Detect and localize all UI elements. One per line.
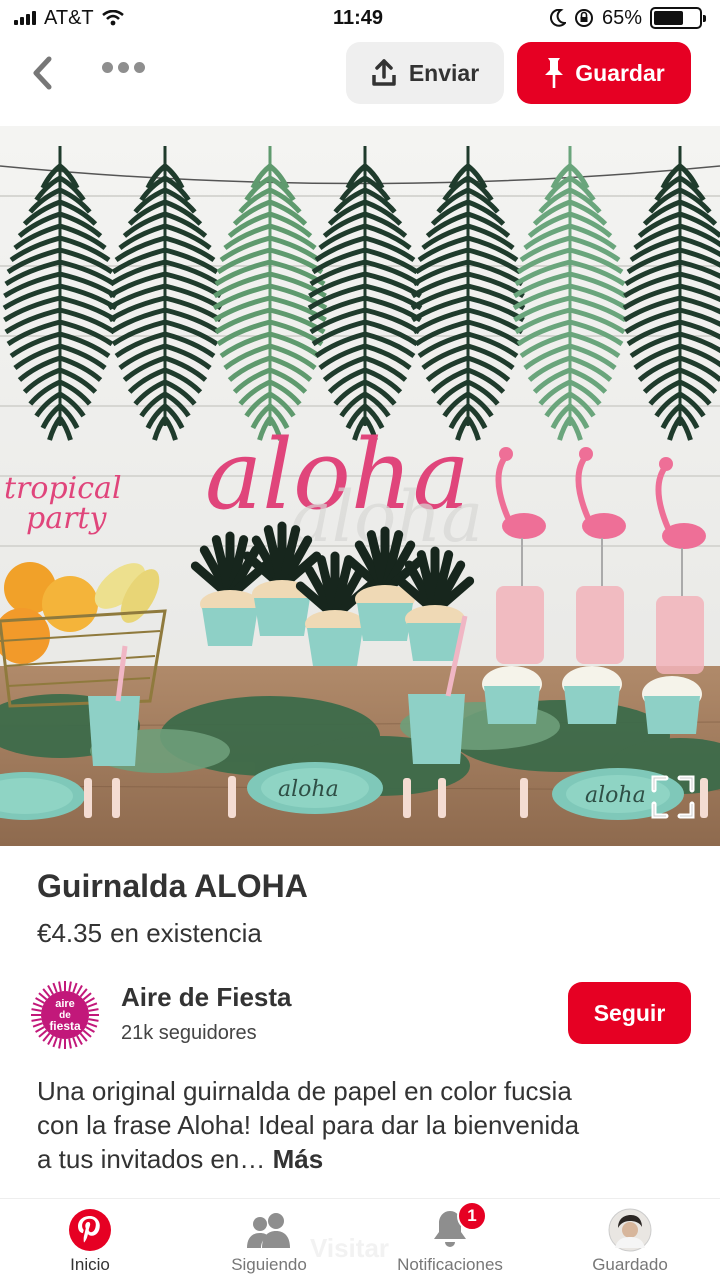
availability: en existencia xyxy=(110,918,262,948)
price: €4.35 xyxy=(37,918,103,948)
pin-description: Una original guirnalda de papel en color… xyxy=(37,1074,597,1176)
pin-icon xyxy=(545,58,564,88)
signal-icon xyxy=(14,11,36,25)
pin-price-row: €4.35 en existencia xyxy=(37,918,262,949)
moon-icon xyxy=(550,9,566,27)
svg-text:aire: aire xyxy=(55,998,75,1010)
status-bar: AT&T 11:49 65% xyxy=(0,0,720,36)
pin-title: Guirnalda ALOHA xyxy=(37,868,308,904)
creator-name[interactable]: Aire de Fiesta xyxy=(121,982,292,1013)
tab-home[interactable]: Inicio xyxy=(20,1199,160,1280)
bottom-tab-bar: Visitar Inicio Siguiendo 1 Notificacione… xyxy=(0,1198,720,1280)
pin-toolbar: Enviar Guardar xyxy=(0,40,720,106)
share-icon xyxy=(372,59,396,86)
rotation-lock-icon xyxy=(574,9,593,27)
battery-percent: 65% xyxy=(601,6,642,29)
status-time: 11:49 xyxy=(332,6,384,29)
svg-text:fiesta: fiesta xyxy=(49,1019,81,1033)
svg-text:aloha: aloha xyxy=(585,783,646,808)
more-link[interactable]: Más xyxy=(273,1144,324,1174)
tab-label: Siguiendo xyxy=(231,1255,307,1274)
svg-text:aloha: aloha xyxy=(278,777,339,802)
tropical-party-photo: aloha aloha tropical party aloha aloha xyxy=(0,126,720,846)
wifi-icon xyxy=(101,10,124,26)
profile-avatar xyxy=(608,1208,652,1252)
tab-notifications[interactable]: 1 Notificaciones xyxy=(380,1199,520,1280)
pin-image[interactable]: aloha aloha tropical party aloha aloha xyxy=(0,126,720,846)
expand-icon[interactable] xyxy=(650,774,696,820)
back-button[interactable] xyxy=(24,54,60,92)
save-label: Guardar xyxy=(575,59,665,86)
back-icon xyxy=(33,56,52,90)
send-button[interactable]: Enviar xyxy=(346,42,504,104)
notification-badge: 1 xyxy=(457,1201,487,1231)
pinterest-icon xyxy=(69,1209,111,1251)
follow-button[interactable]: Seguir xyxy=(568,982,691,1044)
carrier-name: AT&T xyxy=(44,6,94,29)
svg-text:party: party xyxy=(26,501,107,536)
tab-label: Notificaciones xyxy=(397,1255,503,1274)
people-icon xyxy=(247,1213,290,1248)
tab-label: Guardado xyxy=(592,1255,668,1274)
battery-icon xyxy=(650,7,706,29)
save-button[interactable]: Guardar xyxy=(517,42,691,104)
send-label: Enviar xyxy=(408,59,480,86)
more-icon[interactable] xyxy=(102,62,145,73)
tab-following[interactable]: Siguiendo xyxy=(199,1199,339,1280)
tab-saved[interactable]: Guardado xyxy=(560,1199,700,1280)
creator-avatar[interactable]: aire de fiesta xyxy=(30,980,100,1050)
tab-label: Inicio xyxy=(70,1255,110,1274)
creator-followers: 21k seguidores xyxy=(121,1022,257,1044)
